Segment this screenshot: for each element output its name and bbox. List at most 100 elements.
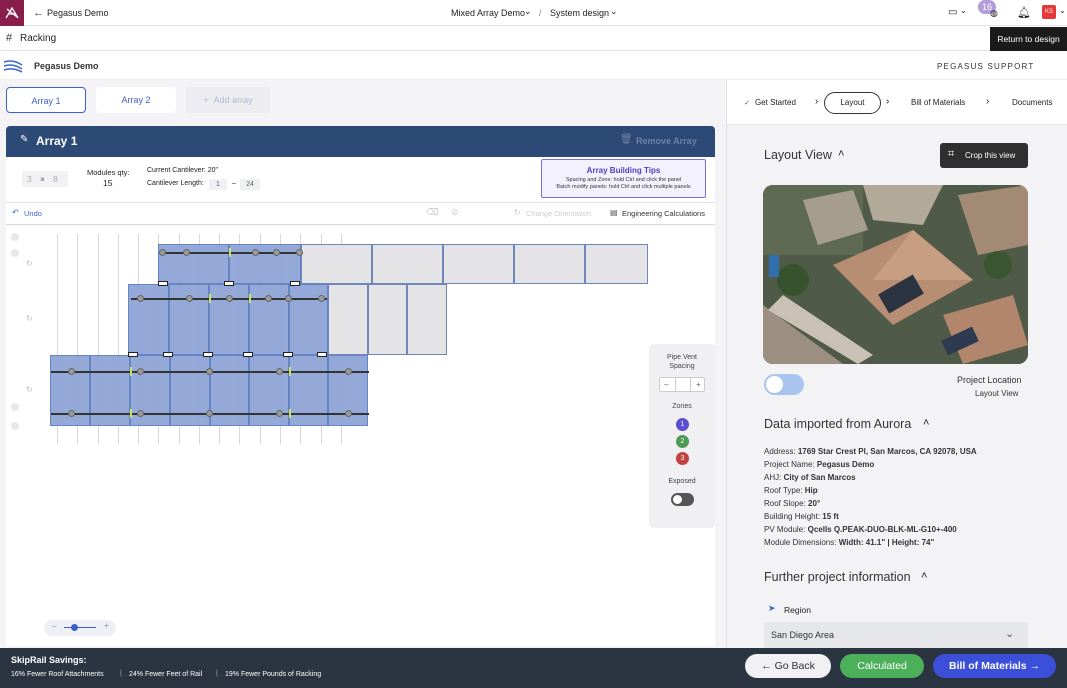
zoom-slider[interactable]: – + (44, 620, 116, 636)
remove-array-button[interactable]: Remove Array (636, 136, 697, 146)
rail-clip[interactable] (163, 352, 173, 357)
rail-clip[interactable] (203, 352, 213, 357)
tab-array-1[interactable]: Array 1 (6, 87, 86, 113)
rail-clip[interactable] (128, 352, 138, 357)
avatar[interactable]: KS (1042, 5, 1056, 19)
empty-panel-slot[interactable] (407, 284, 447, 355)
solar-panel[interactable] (210, 355, 249, 426)
attachment-node[interactable] (296, 249, 303, 256)
solar-panel[interactable] (90, 355, 130, 426)
attachment-node[interactable] (226, 295, 233, 302)
empty-panel-slot[interactable] (372, 244, 443, 284)
step-documents[interactable]: Documents (1012, 98, 1052, 107)
help-icon[interactable]: ◍ (990, 8, 998, 19)
rotate-row-icon[interactable]: ↻ (26, 259, 33, 268)
array-layout-canvas[interactable]: ↻ ↻ ↻ Pipe Vent Spacing – + Zones 1 2 3 … (6, 226, 715, 646)
rotate-icon[interactable]: ↻ (514, 208, 521, 217)
attachment-node[interactable] (285, 295, 292, 302)
attachment-node[interactable] (345, 410, 352, 417)
zone-1-button[interactable]: 1 (676, 418, 689, 431)
eraser-icon[interactable]: ⌫ (426, 207, 439, 218)
attachment-node[interactable] (273, 249, 280, 256)
empty-panel-slot[interactable] (368, 284, 407, 355)
empty-panel-slot[interactable] (514, 244, 585, 284)
solar-panel[interactable] (249, 355, 289, 426)
step-bill-of-materials[interactable]: Bill of Materials (911, 98, 965, 107)
undo-icon[interactable]: ↶ (12, 208, 19, 217)
zone-3-button[interactable]: 3 (676, 452, 689, 465)
rail-clip[interactable] (243, 352, 253, 357)
rail-clip[interactable] (317, 352, 327, 357)
gutter-dot-icon[interactable] (11, 233, 19, 241)
page-selector[interactable]: System design (550, 8, 609, 18)
zoom-handle[interactable] (71, 624, 78, 631)
attachment-node[interactable] (137, 410, 144, 417)
monitor-icon[interactable]: ▭ (948, 7, 957, 18)
attachment-node[interactable] (137, 295, 144, 302)
collapse-icon[interactable]: ˄ (923, 417, 929, 429)
stepper-minus[interactable]: – (664, 380, 668, 389)
chevron-down-icon[interactable]: ⌄ (610, 6, 618, 17)
attachment-node[interactable] (318, 295, 325, 302)
rail-clip[interactable] (283, 352, 293, 357)
attachment-node[interactable] (252, 249, 259, 256)
bill-of-materials-button[interactable]: Bill of Materials → (933, 654, 1056, 678)
collapse-icon[interactable]: ˄ (838, 148, 844, 160)
attachment-node[interactable] (68, 368, 75, 375)
chevron-down-icon[interactable]: ⌄ (960, 6, 967, 15)
chevron-down-icon[interactable]: ⌄ (524, 6, 532, 17)
crop-view-button[interactable]: ⌗ Crop this view (940, 143, 1028, 168)
back-project-link[interactable]: Pegasus Demo (47, 8, 109, 18)
engineering-calculations-button[interactable]: Engineering Calculations (622, 209, 705, 218)
undo-button[interactable]: Undo (24, 209, 42, 218)
tab-array-2[interactable]: Array 2 (96, 87, 176, 113)
return-to-design-tooltip[interactable]: Return to design (990, 27, 1067, 51)
attachment-node[interactable] (276, 368, 283, 375)
app-logo[interactable] (0, 0, 24, 26)
pipe-vent-stepper[interactable]: – + (659, 377, 705, 392)
add-array-button[interactable]: + Add array (186, 87, 270, 113)
back-arrow-icon[interactable]: ← (33, 7, 44, 19)
pencil-icon[interactable]: ✎ (20, 134, 28, 145)
rotate-row-icon[interactable]: ↻ (26, 385, 33, 394)
project-location-toggle[interactable] (764, 374, 804, 395)
attachment-node[interactable] (186, 295, 193, 302)
step-layout[interactable]: Layout (824, 92, 881, 114)
attachment-node[interactable] (265, 295, 272, 302)
grid-size-input[interactable]: 3 × 8 (22, 171, 68, 187)
solar-panel[interactable] (158, 244, 229, 284)
attachment-node[interactable] (206, 410, 213, 417)
solar-panel[interactable] (170, 355, 210, 426)
chevron-down-icon[interactable]: ⌄ (1059, 6, 1066, 15)
step-get-started[interactable]: Get Started (755, 98, 796, 107)
solar-panel[interactable] (128, 284, 169, 355)
cantilever-min-input[interactable]: 1 (209, 179, 227, 190)
rail-clip[interactable] (290, 281, 300, 286)
calculated-button[interactable]: Calculated (840, 654, 924, 678)
support-link[interactable]: PEGASUS SUPPORT (937, 62, 1034, 71)
attachment-node[interactable] (345, 368, 352, 375)
solar-panel[interactable] (130, 355, 170, 426)
document-icon[interactable]: ▤ (610, 208, 618, 217)
empty-panel-slot[interactable] (585, 244, 648, 284)
empty-panel-slot[interactable] (328, 284, 368, 355)
collapse-icon[interactable]: ˄ (921, 570, 927, 582)
gutter-dot-icon[interactable] (11, 249, 19, 257)
attachment-node[interactable] (183, 249, 190, 256)
solar-panel[interactable] (229, 244, 301, 284)
go-back-button[interactable]: ← Go Back (745, 654, 831, 678)
stepper-plus[interactable]: + (696, 380, 701, 389)
change-orientation-button[interactable]: Change Orientation (526, 209, 591, 218)
rotate-row-icon[interactable]: ↻ (26, 314, 33, 323)
disabled-circle-icon[interactable]: ⊘ (451, 207, 459, 218)
region-select[interactable]: San Diego Area ⌄ (764, 622, 1028, 648)
satellite-roof-image[interactable] (763, 185, 1028, 364)
rail-clip[interactable] (158, 281, 168, 286)
gutter-dot-icon[interactable] (11, 403, 19, 411)
attachment-node[interactable] (159, 249, 166, 256)
cantilever-max-input[interactable]: 24 (240, 179, 260, 190)
zoom-in-button[interactable]: + (104, 621, 109, 630)
exposed-toggle[interactable] (671, 493, 694, 506)
zoom-out-button[interactable]: – (52, 622, 56, 631)
attachment-node[interactable] (137, 368, 144, 375)
